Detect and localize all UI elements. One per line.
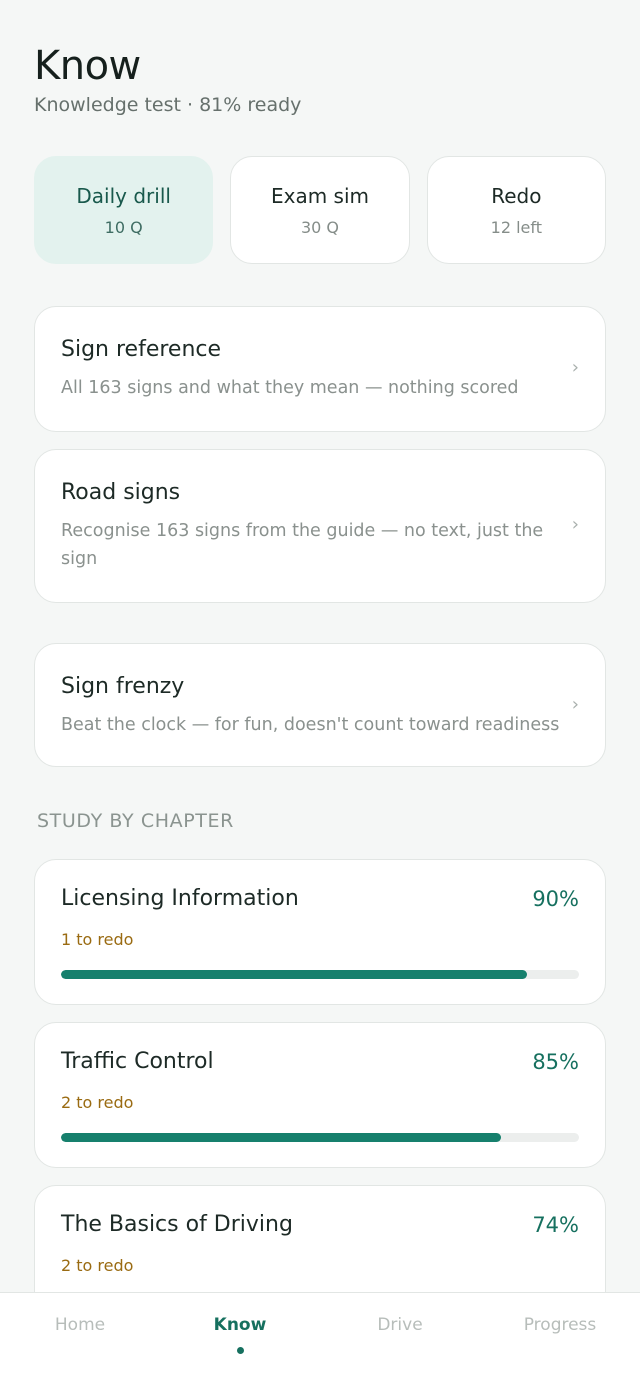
chapter-card-licensing-information[interactable]: Licensing Information 90% 1 to redo — [34, 859, 606, 1005]
card-title: Sign reference — [61, 337, 222, 362]
mode-count: 12 left — [490, 217, 542, 237]
card-title: Road signs — [61, 480, 181, 505]
tab-drive[interactable]: Drive — [320, 1293, 480, 1386]
chapter-card-basics-of-driving[interactable]: The Basics of Driving 74% 2 to redo — [34, 1185, 606, 1292]
mode-exam-sim[interactable]: Exam sim 30 Q — [230, 156, 410, 264]
card-description: All 163 signs and what they mean — nothi… — [61, 378, 519, 398]
chapter-percent: 90% — [532, 887, 579, 911]
chapter-percent: 74% — [532, 1213, 579, 1237]
mode-redo[interactable]: Redo 12 left — [426, 156, 606, 264]
tab-home[interactable]: Home — [0, 1293, 160, 1386]
sign-frenzy-card[interactable]: Sign frenzy Beat the clock — for fun, do… — [34, 643, 606, 767]
scroll-content[interactable]: Know Knowledge test · 81% ready Daily dr… — [0, 0, 640, 1292]
know-screen: Know Knowledge test · 81% ready Daily dr… — [0, 0, 640, 1386]
tab-know[interactable]: Know — [160, 1293, 320, 1386]
chapter-progress-track — [61, 1133, 579, 1142]
page-title: Know — [34, 43, 141, 89]
chapter-name: Licensing Information — [61, 886, 299, 911]
tab-label: Drive — [377, 1315, 423, 1335]
readiness-subtitle: Knowledge test · 81% ready — [34, 94, 302, 116]
mode-count: 10 Q — [104, 217, 143, 237]
section-heading-study-by-chapter: STUDY BY CHAPTER — [37, 810, 234, 832]
card-description: Recognise 163 signs from the guide — no … — [61, 521, 544, 569]
tab-label: Home — [54, 1315, 106, 1335]
tab-label: Know — [213, 1315, 267, 1335]
mode-daily-drill[interactable]: Daily drill 10 Q — [34, 156, 214, 264]
tab-label: Progress — [523, 1315, 597, 1335]
mode-count: 30 Q — [300, 217, 340, 237]
chapter-card-traffic-control[interactable]: Traffic Control 85% 2 to redo — [34, 1022, 606, 1168]
card-description: Beat the clock — for fun, doesn't count … — [61, 715, 560, 735]
mode-label: Daily drill — [76, 183, 171, 208]
chapter-name: The Basics of Driving — [61, 1212, 293, 1237]
active-tab-indicator — [236, 1347, 244, 1354]
practice-modes: Daily drill 10 Q Exam sim 30 Q Redo 12 l… — [34, 156, 606, 264]
chevron-right-icon: › — [571, 694, 579, 715]
tab-progress[interactable]: Progress — [480, 1293, 640, 1386]
bottom-tab-bar: Home Know Drive Progress — [0, 1292, 640, 1386]
chevron-right-icon: › — [571, 357, 579, 378]
road-signs-card[interactable]: Road signs Recognise 163 signs from the … — [34, 449, 606, 603]
chapter-progress-fill — [61, 1133, 502, 1142]
chevron-right-icon: › — [571, 514, 579, 535]
card-title: Sign frenzy — [61, 674, 185, 699]
chapter-redo-count: 2 to redo — [61, 1256, 134, 1275]
chapter-redo-count: 2 to redo — [61, 1093, 134, 1112]
mode-label: Exam sim — [270, 183, 369, 208]
chapter-name: Traffic Control — [61, 1049, 214, 1074]
mode-label: Redo — [491, 183, 542, 208]
chapter-progress-track — [61, 970, 579, 979]
chapter-progress-fill — [61, 970, 528, 979]
sign-reference-card[interactable]: Sign reference All 163 signs and what th… — [34, 306, 606, 432]
chapter-percent: 85% — [532, 1050, 579, 1074]
chapter-redo-count: 1 to redo — [61, 930, 134, 949]
page-header: Know Knowledge test · 81% ready — [34, 42, 301, 116]
